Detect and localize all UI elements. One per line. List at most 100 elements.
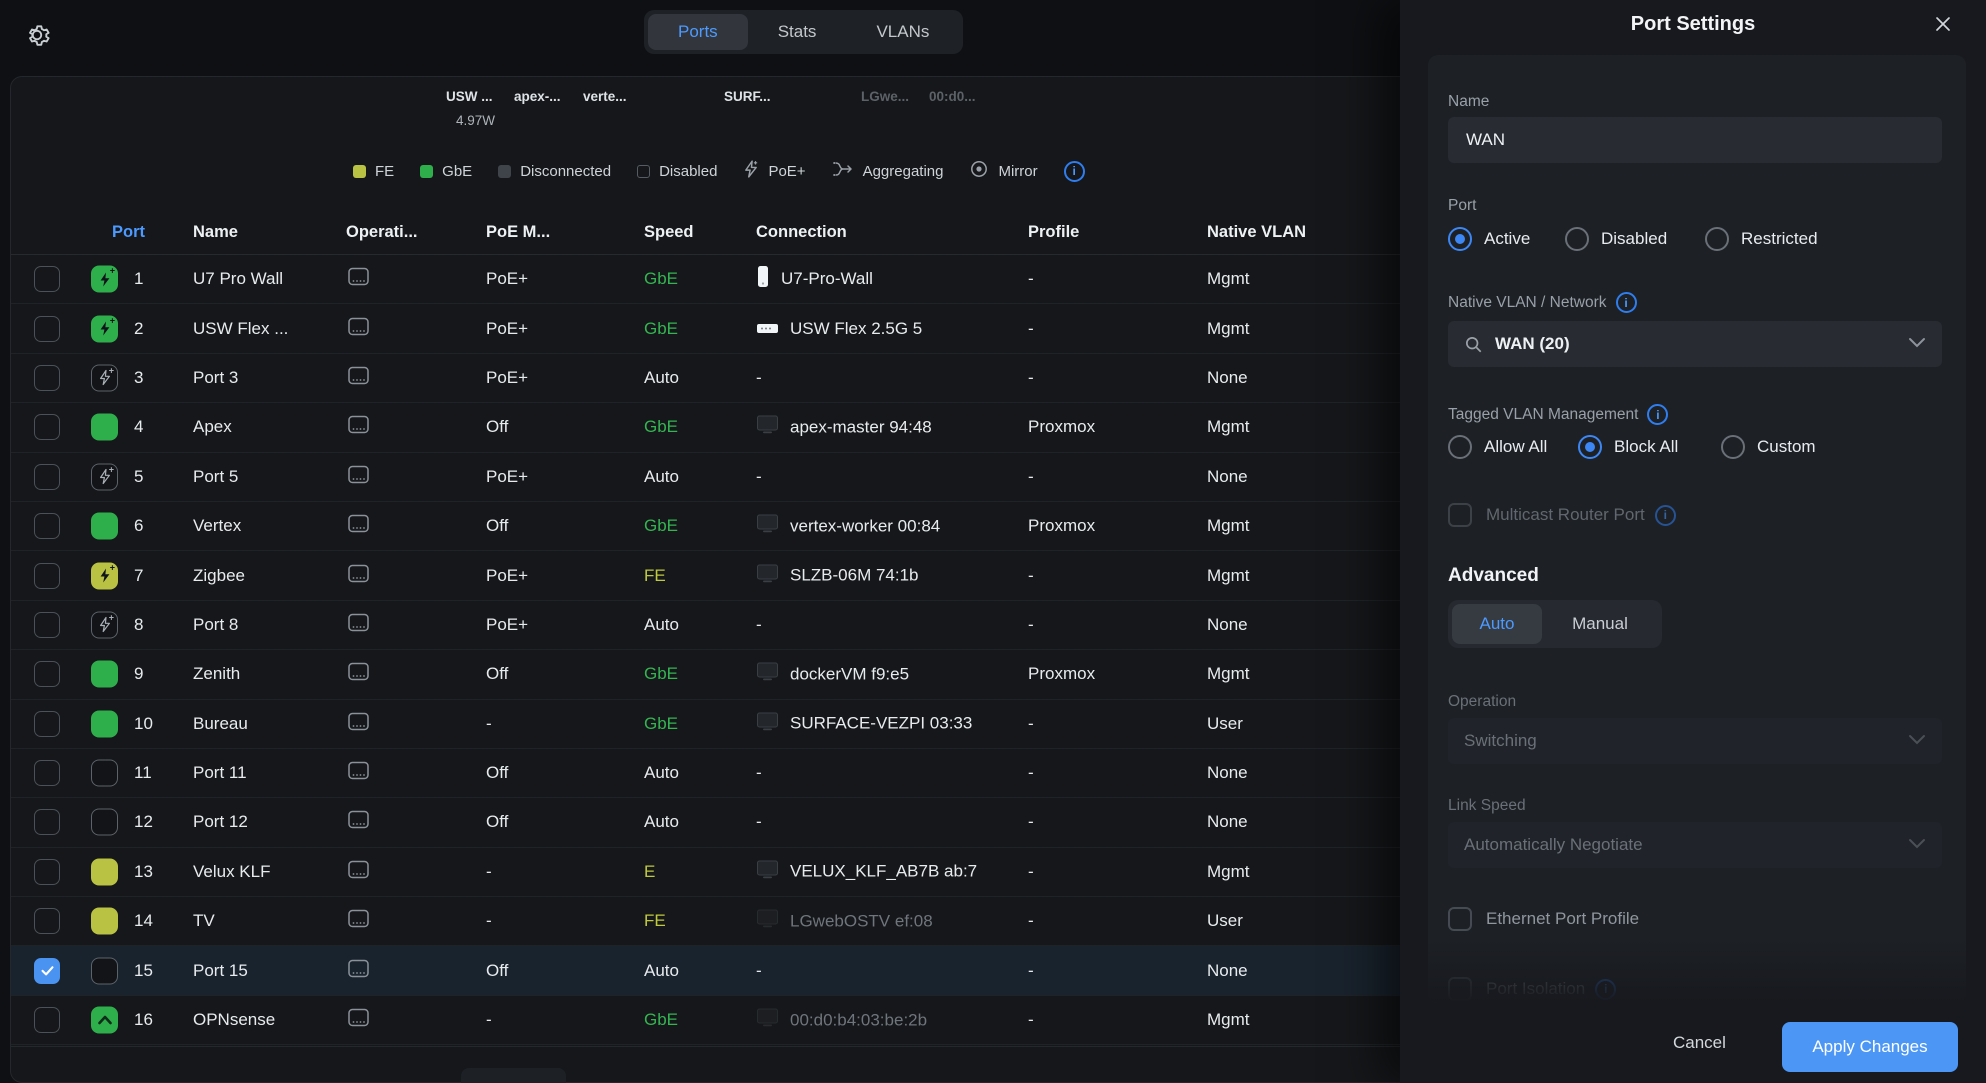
row-checkbox[interactable] bbox=[34, 760, 60, 786]
port-name-input[interactable] bbox=[1448, 117, 1942, 163]
legend-item-gbe: GbE bbox=[420, 163, 472, 180]
fe-square-icon bbox=[353, 165, 366, 178]
port-status-icon: + bbox=[91, 315, 118, 342]
operation-select[interactable]: Switching bbox=[1448, 718, 1942, 764]
row-checkbox[interactable] bbox=[34, 809, 60, 835]
poe-mode: Off bbox=[486, 961, 508, 981]
legend-item-poe: PoE+ bbox=[743, 160, 805, 182]
pagination-stub[interactable] bbox=[461, 1068, 566, 1083]
radio-circle bbox=[1565, 227, 1589, 251]
port-status-icon bbox=[91, 710, 118, 737]
device-label: apex-... bbox=[514, 89, 561, 104]
column-header-name[interactable]: Name bbox=[193, 223, 238, 242]
port-number: 6 bbox=[134, 516, 143, 536]
legend-item-fe: FE bbox=[353, 163, 394, 180]
radio-custom[interactable]: Custom bbox=[1721, 435, 1816, 459]
apply-changes-button[interactable]: Apply Changes bbox=[1782, 1022, 1958, 1072]
connection-cell: SURFACE-VEZPI 03:33 bbox=[756, 711, 972, 736]
client-device-icon bbox=[756, 415, 779, 440]
operation-switching-icon bbox=[346, 266, 371, 292]
close-icon[interactable] bbox=[1932, 13, 1954, 35]
port-isolation-checkbox[interactable]: Port Isolation i bbox=[1448, 977, 1616, 1001]
cancel-button[interactable]: Cancel bbox=[1673, 1033, 1726, 1053]
port-settings-form: Name Port Active Disabled Restricted Nat… bbox=[1428, 55, 1966, 1003]
speed: Auto bbox=[644, 615, 679, 635]
profile: - bbox=[1028, 566, 1034, 586]
row-checkbox[interactable] bbox=[34, 908, 60, 934]
column-header-profile[interactable]: Profile bbox=[1028, 223, 1079, 242]
port-state-radio-group: Active Disabled Restricted bbox=[1428, 227, 1966, 255]
row-checkbox[interactable] bbox=[34, 563, 60, 589]
column-header-speed[interactable]: Speed bbox=[644, 223, 694, 242]
row-checkbox[interactable] bbox=[34, 859, 60, 885]
row-checkbox[interactable] bbox=[34, 661, 60, 687]
native-vlan-info-icon[interactable]: i bbox=[1616, 292, 1637, 313]
column-header-port[interactable]: Port bbox=[112, 223, 145, 242]
tab-stats[interactable]: Stats bbox=[748, 14, 847, 50]
connection-label: - bbox=[756, 615, 762, 635]
checkbox-box bbox=[1448, 503, 1472, 527]
segment-manual[interactable]: Manual bbox=[1542, 604, 1658, 644]
advanced-heading: Advanced bbox=[1448, 565, 1539, 587]
column-header-connection[interactable]: Connection bbox=[756, 223, 847, 242]
poe-mode: Off bbox=[486, 417, 508, 437]
multicast-info-icon[interactable]: i bbox=[1655, 505, 1676, 526]
connection-cell: - bbox=[756, 763, 762, 783]
row-checkbox[interactable] bbox=[34, 464, 60, 490]
row-checkbox[interactable] bbox=[34, 513, 60, 539]
profile: Proxmox bbox=[1028, 664, 1095, 684]
profile: - bbox=[1028, 368, 1034, 388]
operation-switching-icon bbox=[346, 908, 371, 934]
settings-gear-icon[interactable] bbox=[22, 20, 52, 50]
native-vlan-value: WAN (20) bbox=[1495, 334, 1570, 354]
column-header-native-vlan[interactable]: Native VLAN bbox=[1207, 223, 1306, 242]
ethernet-port-profile-checkbox[interactable]: Ethernet Port Profile bbox=[1448, 907, 1639, 931]
row-checkbox[interactable] bbox=[34, 711, 60, 737]
row-checkbox[interactable] bbox=[34, 958, 60, 984]
row-checkbox[interactable] bbox=[34, 414, 60, 440]
checkbox-label: Port Isolation bbox=[1486, 979, 1585, 999]
legend-info-icon[interactable]: i bbox=[1064, 161, 1085, 182]
tab-vlans[interactable]: VLANs bbox=[846, 14, 959, 50]
port-status-icon: + bbox=[91, 562, 118, 589]
radio-allow-all[interactable]: Allow All bbox=[1448, 435, 1547, 459]
speed: FE bbox=[644, 911, 666, 931]
connection-label: - bbox=[756, 961, 762, 981]
poe-mode: - bbox=[486, 862, 492, 882]
port-name: Port 8 bbox=[193, 615, 238, 635]
legend-label: PoE+ bbox=[768, 163, 805, 180]
client-device-icon bbox=[756, 909, 779, 934]
radio-active[interactable]: Active bbox=[1448, 227, 1530, 251]
connection-cell: - bbox=[756, 812, 762, 832]
row-checkbox[interactable] bbox=[34, 365, 60, 391]
row-checkbox[interactable] bbox=[34, 612, 60, 638]
radio-block-all[interactable]: Block All bbox=[1578, 435, 1678, 459]
port-name: USW Flex ... bbox=[193, 319, 288, 339]
device-label: SURF... bbox=[724, 89, 771, 104]
checkbox-label: Multicast Router Port bbox=[1486, 505, 1645, 525]
native-vlan: Mgmt bbox=[1207, 417, 1250, 437]
multicast-router-port-checkbox[interactable]: Multicast Router Port i bbox=[1448, 503, 1676, 527]
column-header-operation[interactable]: Operati... bbox=[346, 223, 418, 242]
radio-restricted[interactable]: Restricted bbox=[1705, 227, 1818, 251]
port-isolation-info-icon[interactable]: i bbox=[1595, 979, 1616, 1000]
row-checkbox[interactable] bbox=[34, 316, 60, 342]
native-vlan-select[interactable]: WAN (20) bbox=[1448, 321, 1942, 367]
poe-power-draw: 4.97W bbox=[456, 113, 495, 128]
row-checkbox[interactable] bbox=[34, 266, 60, 292]
column-header-poe-mode[interactable]: PoE M... bbox=[486, 223, 550, 242]
radio-label: Custom bbox=[1757, 437, 1816, 457]
connection-cell: LGwebOSTV ef:08 bbox=[756, 909, 933, 934]
segment-auto[interactable]: Auto bbox=[1452, 604, 1542, 644]
radio-disabled[interactable]: Disabled bbox=[1565, 227, 1667, 251]
tagged-vlan-info-icon[interactable]: i bbox=[1647, 404, 1668, 425]
poe-mode: Off bbox=[486, 763, 508, 783]
disabled-square-icon bbox=[637, 165, 650, 178]
port-name: Vertex bbox=[193, 516, 241, 536]
link-speed-select[interactable]: Automatically Negotiate bbox=[1448, 822, 1942, 868]
native-vlan: Mgmt bbox=[1207, 269, 1250, 289]
tab-ports[interactable]: Ports bbox=[648, 14, 748, 50]
row-checkbox[interactable] bbox=[34, 1007, 60, 1033]
radio-label: Disabled bbox=[1601, 229, 1667, 249]
connection-cell: - bbox=[756, 368, 762, 388]
